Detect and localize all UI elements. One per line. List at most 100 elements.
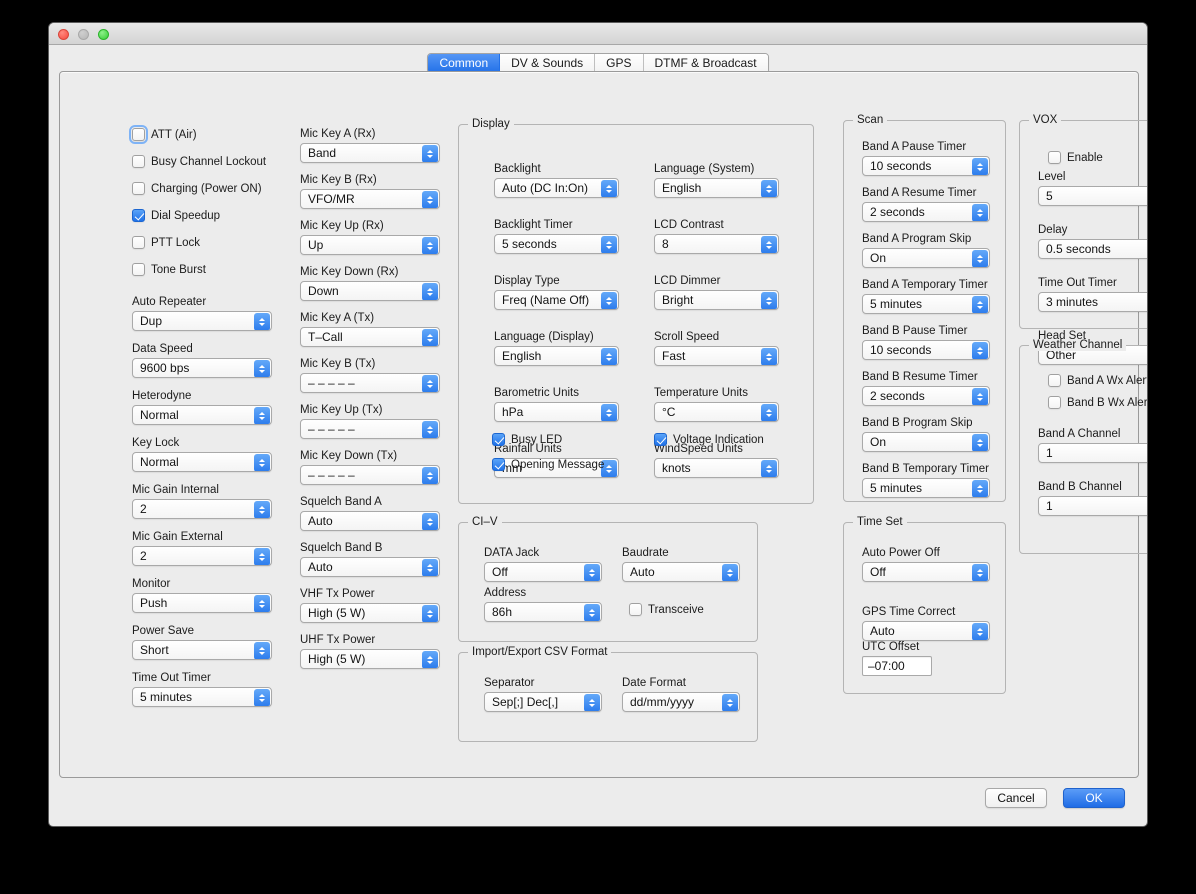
checkbox-band-b-wx-alert[interactable]: Band B Wx Alert bbox=[1048, 396, 1147, 409]
utc-offset-input[interactable]: –07:00 bbox=[862, 656, 932, 676]
tab-common[interactable]: Common bbox=[428, 53, 501, 73]
select-value: Down bbox=[308, 284, 339, 298]
field-auto-repeater: Auto Repeater Dup bbox=[132, 296, 272, 331]
select-time-out-timer[interactable]: 5 minutes bbox=[132, 687, 272, 707]
checkbox-box bbox=[129, 125, 148, 144]
column-mic-keys: Mic Key A (Rx) Band Mic Key B (Rx) VFO/MR Mi… bbox=[300, 128, 440, 680]
select-band-b-pause-timer[interactable]: 10 seconds bbox=[862, 340, 990, 360]
csv-group-title: Import/Export CSV Format bbox=[468, 646, 612, 658]
checkbox-tone-burst[interactable]: Tone Burst bbox=[132, 263, 272, 276]
scan-group: Scan Band A Pause Timer 10 seconds Band A … bbox=[843, 114, 1006, 502]
select-value: High (5 W) bbox=[308, 652, 366, 666]
select-mic-gain-external[interactable]: 2 bbox=[132, 546, 272, 566]
transceive-checkbox[interactable]: Transceive bbox=[629, 603, 704, 616]
select-display-type[interactable]: Freq (Name Off) bbox=[494, 290, 619, 310]
checkbox-opening-message[interactable]: Opening Message bbox=[492, 458, 803, 471]
field-label: Band B Temporary Timer bbox=[862, 463, 989, 475]
select-mic-key-b-rx[interactable]: VFO/MR bbox=[300, 189, 440, 209]
select-auto-repeater[interactable]: Dup bbox=[132, 311, 272, 331]
checkbox-att-air[interactable]: ATT (Air) bbox=[129, 125, 272, 144]
select-temperature-units[interactable]: °C bbox=[654, 402, 779, 422]
select-backlight-timer[interactable]: 5 seconds bbox=[494, 234, 619, 254]
select-value: 10 seconds bbox=[870, 343, 932, 357]
select-gps-time-correct[interactable]: Auto bbox=[862, 621, 990, 641]
field-data-speed: Data Speed 9600 bps bbox=[132, 343, 272, 378]
weather-group-title: Weather Channel bbox=[1029, 339, 1127, 351]
select-mic-gain-internal[interactable]: 2 bbox=[132, 499, 272, 519]
select-band-a-program-skip[interactable]: On bbox=[862, 248, 990, 268]
select-data-speed[interactable]: 9600 bps bbox=[132, 358, 272, 378]
maximize-window-icon[interactable] bbox=[98, 29, 109, 40]
select-squelch-band-b[interactable]: Auto bbox=[300, 557, 440, 577]
display-checkboxes: Busy LED Voltage Indication Opening Messag… bbox=[492, 433, 803, 485]
select-mic-key-down-tx[interactable]: – – – – – bbox=[300, 465, 440, 485]
select-band-a-channel[interactable]: 1 bbox=[1038, 443, 1147, 463]
select-value: 2 seconds bbox=[870, 205, 925, 219]
address-select[interactable]: 86h bbox=[484, 602, 602, 622]
select-language-display[interactable]: English bbox=[494, 346, 619, 366]
minimize-window-icon[interactable] bbox=[78, 29, 89, 40]
tab-dv-sounds[interactable]: DV & Sounds bbox=[500, 53, 596, 73]
ok-button[interactable]: OK bbox=[1063, 788, 1125, 808]
select-level[interactable]: 5 bbox=[1038, 186, 1147, 206]
cancel-button[interactable]: Cancel bbox=[985, 788, 1047, 808]
checkbox-band-a-wx-alert[interactable]: Band A Wx Alert bbox=[1048, 374, 1147, 387]
date-format-value: dd/mm/yyyy bbox=[630, 695, 695, 709]
select-mic-key-down-rx[interactable]: Down bbox=[300, 281, 440, 301]
checkbox-box bbox=[492, 433, 505, 446]
address-field: Address 86h bbox=[484, 587, 602, 622]
checkbox-ptt-lock[interactable]: PTT Lock bbox=[132, 236, 272, 249]
select-uhf-tx-power[interactable]: High (5 W) bbox=[300, 649, 440, 669]
data-jack-select[interactable]: Off bbox=[484, 562, 602, 582]
checkbox-dial-speedup[interactable]: Dial Speedup bbox=[132, 209, 272, 222]
field-label: Heterodyne bbox=[132, 390, 192, 402]
select-value: Freq (Name Off) bbox=[502, 293, 590, 307]
separator-select[interactable]: Sep[;] Dec[,] bbox=[484, 692, 602, 712]
select-heterodyne[interactable]: Normal bbox=[132, 405, 272, 425]
select-band-b-resume-timer[interactable]: 2 seconds bbox=[862, 386, 990, 406]
select-lcd-dimmer[interactable]: Bright bbox=[654, 290, 779, 310]
field-gps-time-correct: GPS Time Correct Auto bbox=[862, 606, 990, 641]
field-label: Squelch Band A bbox=[300, 496, 382, 508]
select-band-b-channel[interactable]: 1 bbox=[1038, 496, 1147, 516]
select-mic-key-up-tx[interactable]: – – – – – bbox=[300, 419, 440, 439]
select-barometric-units[interactable]: hPa bbox=[494, 402, 619, 422]
select-lcd-contrast[interactable]: 8 bbox=[654, 234, 779, 254]
field-mic-key-b-tx: Mic Key B (Tx) – – – – – bbox=[300, 358, 440, 393]
select-band-b-temporary-timer[interactable]: 5 minutes bbox=[862, 478, 990, 498]
tab-gps[interactable]: GPS bbox=[595, 53, 644, 73]
select-squelch-band-a[interactable]: Auto bbox=[300, 511, 440, 531]
select-key-lock[interactable]: Normal bbox=[132, 452, 272, 472]
vox-enable-checkbox[interactable]: Enable bbox=[1048, 151, 1103, 164]
baudrate-select[interactable]: Auto bbox=[622, 562, 740, 582]
select-band-a-temporary-timer[interactable]: 5 minutes bbox=[862, 294, 990, 314]
select-mic-key-a-tx[interactable]: T–Call bbox=[300, 327, 440, 347]
select-mic-key-a-rx[interactable]: Band bbox=[300, 143, 440, 163]
select-delay[interactable]: 0.5 seconds bbox=[1038, 239, 1147, 259]
select-backlight[interactable]: Auto (DC In:On) bbox=[494, 178, 619, 198]
chevron-updown-icon bbox=[254, 595, 270, 612]
select-auto-power-off[interactable]: Off bbox=[862, 562, 990, 582]
select-value: 5 minutes bbox=[140, 690, 193, 704]
tab-dtmf-broadcast[interactable]: DTMF & Broadcast bbox=[643, 53, 768, 73]
checkbox-busy-led[interactable]: Busy LED bbox=[492, 433, 654, 446]
checkbox-voltage-indication[interactable]: Voltage Indication bbox=[654, 433, 764, 446]
date-format-select[interactable]: dd/mm/yyyy bbox=[622, 692, 740, 712]
checkbox-box bbox=[1048, 374, 1061, 387]
checkbox-busy-channel-lockout[interactable]: Busy Channel Lockout bbox=[132, 155, 272, 168]
checkbox-charging-power-on[interactable]: Charging (Power ON) bbox=[132, 182, 272, 195]
select-band-b-program-skip[interactable]: On bbox=[862, 432, 990, 452]
select-mic-key-up-rx[interactable]: Up bbox=[300, 235, 440, 255]
select-value: 1 bbox=[1046, 446, 1053, 460]
select-time-out-timer[interactable]: 3 minutes bbox=[1038, 292, 1147, 312]
close-window-icon[interactable] bbox=[58, 29, 69, 40]
select-mic-key-b-tx[interactable]: – – – – – bbox=[300, 373, 440, 393]
select-band-a-resume-timer[interactable]: 2 seconds bbox=[862, 202, 990, 222]
select-band-a-pause-timer[interactable]: 10 seconds bbox=[862, 156, 990, 176]
chevron-updown-icon bbox=[972, 480, 988, 497]
select-power-save[interactable]: Short bbox=[132, 640, 272, 660]
select-vhf-tx-power[interactable]: High (5 W) bbox=[300, 603, 440, 623]
select-scroll-speed[interactable]: Fast bbox=[654, 346, 779, 366]
select-language-system[interactable]: English bbox=[654, 178, 779, 198]
select-monitor[interactable]: Push bbox=[132, 593, 272, 613]
